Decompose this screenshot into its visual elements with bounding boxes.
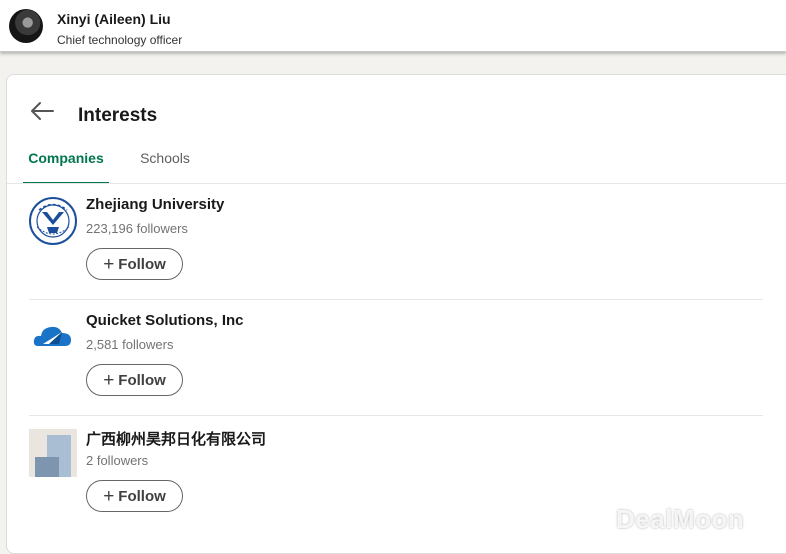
follow-label: Follow: [118, 371, 166, 389]
quicket-solutions-logo[interactable]: [29, 313, 77, 361]
profile-name[interactable]: Xinyi (Aileen) Liu: [57, 11, 171, 27]
follow-button[interactable]: + Follow: [86, 480, 183, 512]
arrow-left-icon: [31, 102, 54, 120]
follow-button[interactable]: + Follow: [86, 248, 183, 280]
follower-count: 2 followers: [86, 453, 149, 468]
tab-companies[interactable]: Companies: [23, 143, 109, 184]
profile-header: Xinyi (Aileen) Liu Chief technology offi…: [0, 0, 786, 52]
watermark: DealMoon: [616, 504, 745, 534]
interests-card: Interests Companies Schools Zhejiang Uni…: [6, 74, 786, 554]
building-placeholder-icon: [29, 429, 77, 477]
cloud-arrow-icon: [33, 326, 71, 346]
profile-headline: Chief technology officer: [57, 33, 183, 47]
back-button[interactable]: [29, 99, 57, 123]
follow-label: Follow: [118, 487, 166, 505]
page-title: Interests: [78, 105, 158, 126]
company-name[interactable]: Zhejiang University: [86, 196, 224, 213]
university-seal-icon: [29, 197, 77, 245]
company-name[interactable]: 广西柳州昊邦日化有限公司: [86, 428, 266, 449]
zhejiang-university-logo[interactable]: [29, 197, 77, 245]
follower-count: 2,581 followers: [86, 337, 174, 352]
plus-icon: +: [103, 485, 115, 507]
follow-button[interactable]: + Follow: [86, 364, 183, 396]
tab-schools[interactable]: Schools: [129, 143, 201, 184]
avatar[interactable]: [9, 9, 43, 43]
plus-icon: +: [103, 253, 115, 275]
company-name[interactable]: Quicket Solutions, Inc: [86, 312, 244, 329]
company-placeholder-logo[interactable]: [29, 429, 77, 477]
follow-label: Follow: [118, 255, 166, 273]
plus-icon: +: [103, 369, 115, 391]
list-item: Quicket Solutions, Inc 2,581 followers +…: [29, 300, 765, 416]
list-item: Zhejiang University 223,196 followers + …: [29, 184, 765, 300]
follower-count: 223,196 followers: [86, 221, 188, 236]
